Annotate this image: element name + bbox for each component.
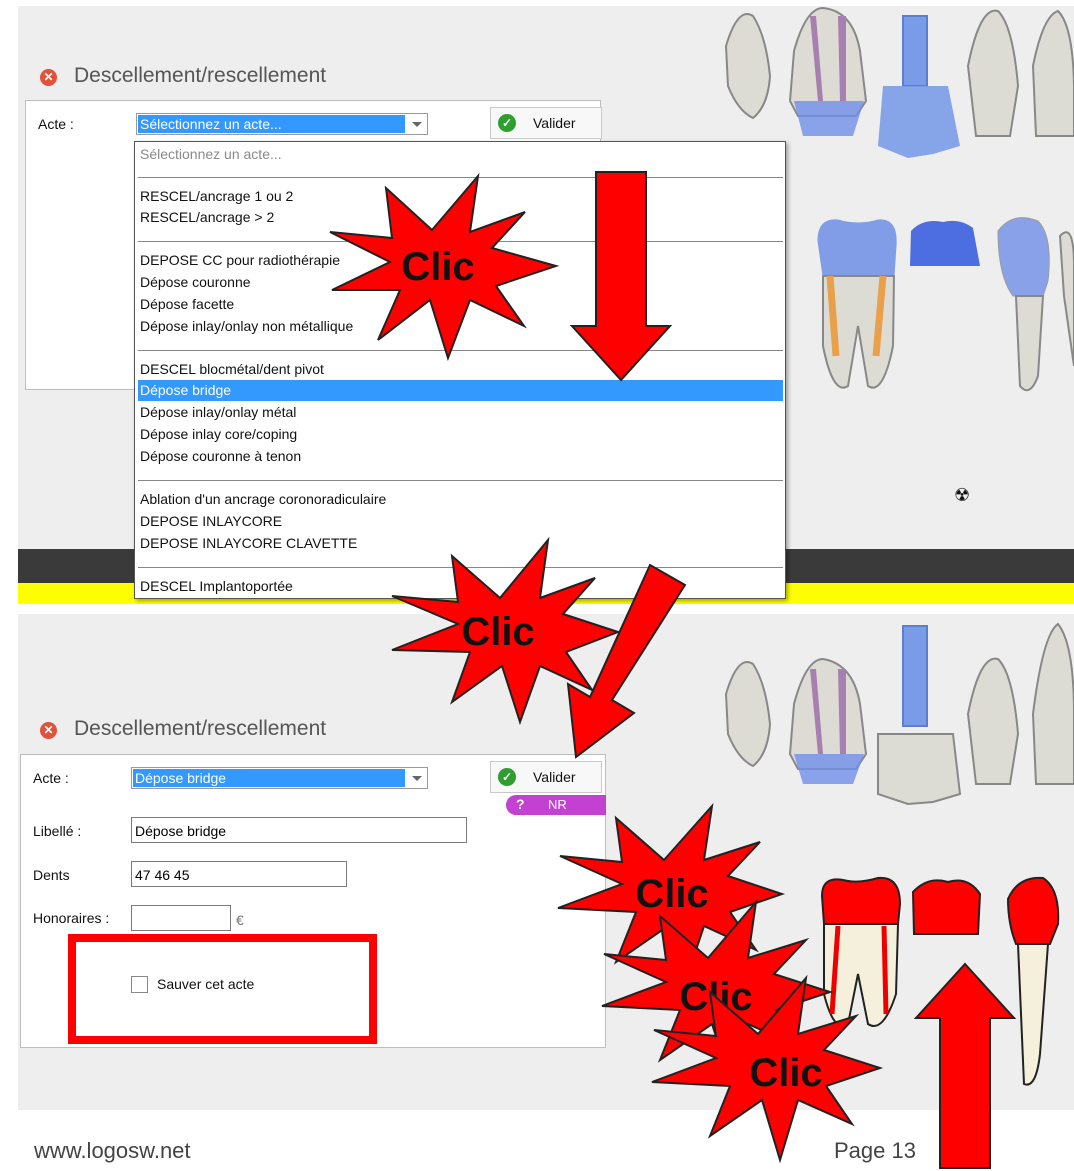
- arrow-down-icon: [566, 563, 687, 759]
- click-label: Clic: [635, 872, 708, 916]
- arrow-up-icon: [913, 962, 1017, 1169]
- footer-page-number: Page 13: [834, 1138, 916, 1163]
- click-label: Clic: [461, 610, 534, 654]
- footer-website: www.logosw.net: [34, 1138, 191, 1163]
- arrow-down-icon: [569, 171, 673, 382]
- annotation-overlay: Clic Clic Clic Clic Clic: [329, 171, 1017, 1169]
- click-label: Clic: [401, 245, 474, 289]
- click-label: Clic: [749, 1051, 822, 1095]
